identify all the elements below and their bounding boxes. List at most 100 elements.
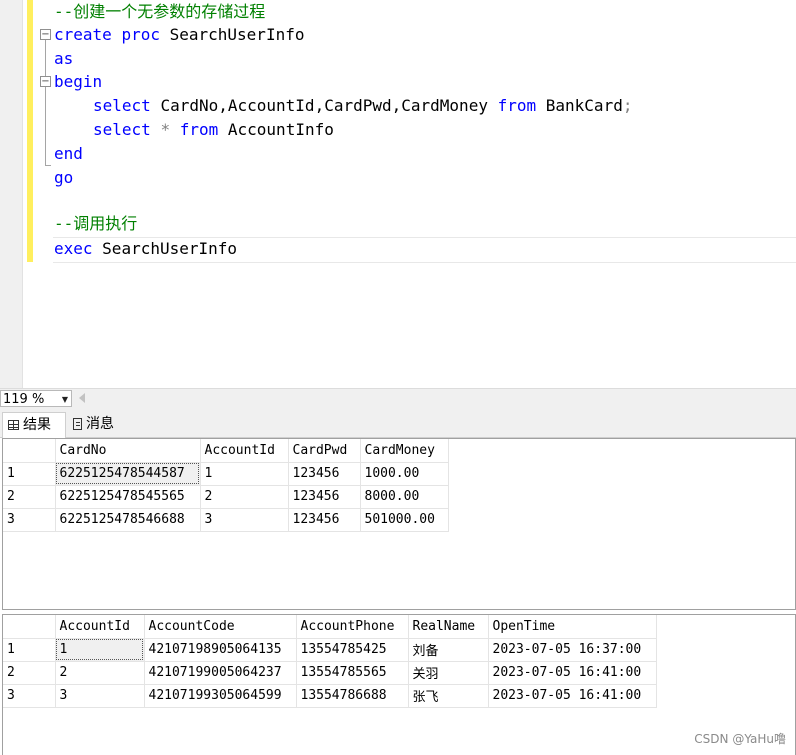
editor-gutter [0,0,23,388]
table-cell[interactable]: 123456 [288,485,361,509]
row-number[interactable]: 2 [3,485,56,509]
column-header[interactable]: CardNo [55,439,201,463]
column-header[interactable]: AccountId [55,615,145,639]
tab-messages[interactable]: 消息 [68,412,130,437]
keyword-begin: begin [54,72,103,91]
semicolon: ; [622,96,633,115]
tab-results-label: 结果 [23,417,51,433]
table-cell[interactable]: 1 [200,462,289,486]
code-line-begin[interactable]: begin [54,70,102,94]
sql-editor[interactable]: − − --创建一个无参数的存储过程 create proc SearchUse… [0,0,796,388]
keyword-from: from [179,120,219,139]
outline-guide [45,87,46,165]
table-cell[interactable]: 42107198905064135 [144,638,297,662]
table-cell[interactable]: 8000.00 [360,485,449,509]
table-row: 3 6225125478546688 3 123456 501000.00 [3,508,449,532]
code-line-go[interactable]: go [54,166,73,190]
procedure-name: SearchUserInfo [169,25,305,44]
change-indicator-bar [27,0,33,262]
collapse-begin-block-icon[interactable]: − [40,76,51,87]
keyword-as: as [54,49,74,68]
code-line-comment-exec[interactable]: --调用执行 [54,212,137,236]
tab-messages-label: 消息 [86,416,114,432]
table-cell[interactable]: 13554785425 [296,638,409,662]
keyword-select: select [93,120,151,139]
column-header[interactable]: OpenTime [488,615,657,639]
corner-cell[interactable] [3,439,56,463]
result-grid-bankcard[interactable]: CardNo AccountId CardPwd CardMoney 1 622… [2,438,796,610]
table-cell[interactable]: 123456 [288,508,361,532]
corner-cell[interactable] [3,615,56,639]
message-icon [73,418,82,430]
table-cell[interactable]: 2 [200,485,289,509]
row-number[interactable]: 3 [3,684,56,708]
table-row: 2 2 42107199005064237 13554785565 关羽 202… [3,661,657,685]
table-cell[interactable]: 2023-07-05 16:41:00 [488,684,657,708]
table-cell[interactable]: 刘备 [408,638,489,662]
table-cell[interactable]: 501000.00 [360,508,449,532]
row-number[interactable]: 1 [3,638,56,662]
code-line-as[interactable]: as [54,47,73,71]
table-cell[interactable]: 张飞 [408,684,489,708]
table-cell[interactable]: 3 [55,684,145,708]
table-cell[interactable]: 123456 [288,462,361,486]
row-number[interactable]: 2 [3,661,56,685]
procedure-name: SearchUserInfo [102,239,238,258]
header-row: CardNo AccountId CardPwd CardMoney [3,439,449,463]
table-cell[interactable]: 2023-07-05 16:41:00 [488,661,657,685]
selected-cell[interactable]: 1 [55,638,145,662]
table-cell[interactable]: 13554785565 [296,661,409,685]
column-header[interactable]: CardPwd [288,439,361,463]
column-header[interactable]: AccountCode [144,615,297,639]
code-line-create-proc[interactable]: create proc SearchUserInfo [54,23,304,47]
column-header[interactable]: AccountId [200,439,289,463]
table-cell[interactable]: 2023-07-05 16:37:00 [488,638,657,662]
result-grid-accountinfo[interactable]: AccountId AccountCode AccountPhone RealN… [2,614,796,755]
zoom-dropdown[interactable]: 119 % ▼ [0,390,72,407]
code-line-select-bankcard[interactable]: select CardNo,AccountId,CardPwd,CardMone… [93,94,632,118]
table-cell[interactable]: 2 [55,661,145,685]
row-number[interactable]: 1 [3,462,56,486]
tab-results[interactable]: 结果 [2,412,66,438]
keyword-proc: proc [121,25,160,44]
code-line-end[interactable]: end [54,142,83,166]
table-row: 1 6225125478544587 1 123456 1000.00 [3,462,449,486]
keyword-create: create [54,25,112,44]
column-header[interactable]: RealName [408,615,489,639]
zoom-value: 119 % [3,392,45,407]
outline-guide [45,40,46,76]
column-list: CardNo,AccountId,CardPwd,CardMoney [160,96,488,115]
header-row: AccountId AccountCode AccountPhone RealN… [3,615,657,639]
result-table: CardNo AccountId CardPwd CardMoney 1 622… [3,439,449,532]
table-cell[interactable]: 13554786688 [296,684,409,708]
watermark: CSDN @YaHu噜 [694,732,786,746]
sql-comment: --创建一个无参数的存储过程 [54,2,266,21]
code-line-exec[interactable]: exec SearchUserInfo [54,237,237,261]
table-cell[interactable]: 3 [200,508,289,532]
keyword-from: from [497,96,537,115]
code-line-comment-create[interactable]: --创建一个无参数的存储过程 [54,0,265,24]
keyword-select: select [93,96,151,115]
table-cell[interactable]: 关羽 [408,661,489,685]
column-header[interactable]: CardMoney [360,439,449,463]
asterisk: * [160,120,171,139]
sql-comment: --调用执行 [54,214,138,233]
selected-cell[interactable]: 6225125478544587 [55,462,201,486]
code-line-select-accountinfo[interactable]: select * from AccountInfo [93,118,334,142]
outline-end-tick [45,165,51,166]
table-cell[interactable]: 42107199005064237 [144,661,297,685]
table-name: AccountInfo [227,120,334,139]
chevron-down-icon: ▼ [61,395,68,404]
zoom-bar: 119 % ▼ [0,388,796,409]
table-cell[interactable]: 42107199305064599 [144,684,297,708]
column-header[interactable]: AccountPhone [296,615,409,639]
table-row: 1 1 42107198905064135 13554785425 刘备 202… [3,638,657,662]
table-name: BankCard [545,96,623,115]
row-number[interactable]: 3 [3,508,56,532]
table-cell[interactable]: 6225125478545565 [55,485,201,509]
table-cell[interactable]: 6225125478546688 [55,508,201,532]
grid-icon [8,420,19,430]
table-cell[interactable]: 1000.00 [360,462,449,486]
scroll-left-arrow-icon[interactable] [79,393,85,403]
collapse-create-proc-icon[interactable]: − [40,29,51,40]
